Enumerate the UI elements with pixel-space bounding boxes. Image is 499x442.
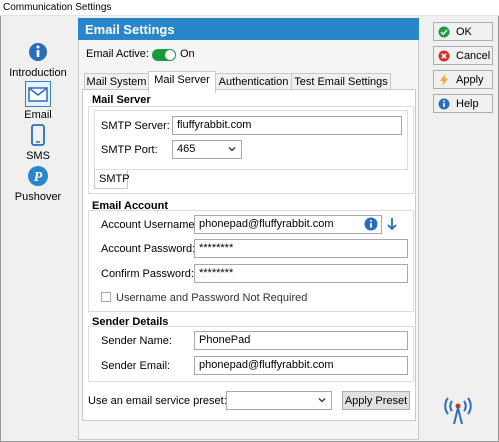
toggle-knob [165, 50, 175, 60]
confirm-password-input[interactable]: ******** [194, 264, 408, 283]
lightning-icon [438, 74, 450, 86]
nav-label: SMS [26, 150, 50, 162]
pushover-icon: P [26, 164, 50, 188]
info-icon[interactable] [364, 217, 378, 234]
sender-name-input[interactable]: PhonePad [194, 331, 408, 350]
cancel-label: Cancel [456, 50, 491, 62]
nav-item-pushover[interactable]: P Pushover [3, 164, 73, 203]
check-icon [438, 26, 450, 38]
email-active-label: Email Active: [86, 48, 149, 60]
mail-server-title: Mail Server [92, 94, 151, 106]
chevron-down-icon [317, 395, 327, 408]
username-label: Account Username: [101, 219, 198, 231]
cancel-button[interactable]: Cancel [433, 46, 493, 65]
username-input[interactable]: phonepad@fluffyrabbit.com [194, 215, 382, 234]
ok-button[interactable]: OK [433, 22, 493, 41]
sender-email-label: Sender Email: [101, 360, 171, 372]
broadcast-icon [443, 392, 473, 429]
cancel-icon [438, 50, 450, 62]
confirm-password-label: Confirm Password: [101, 268, 194, 280]
not-required-checkbox[interactable] [101, 292, 111, 302]
nav-label: Email [24, 109, 52, 121]
password-label: Account Password: [101, 243, 196, 255]
preset-label: Use an email service preset: [88, 395, 227, 407]
email-active-toggle[interactable] [152, 49, 176, 61]
subtab-smtp[interactable]: SMTP [94, 170, 130, 189]
help-icon [438, 98, 450, 110]
phone-icon [26, 123, 50, 147]
help-button[interactable]: Help [433, 94, 493, 113]
password-input[interactable]: ******** [194, 239, 408, 258]
window-titlebar: Communication Settings [0, 0, 499, 16]
sender-email-input[interactable]: phonepad@fluffyrabbit.com [194, 356, 408, 375]
chevron-down-icon [227, 144, 237, 157]
smtp-port-value: 465 [177, 143, 196, 155]
panel-title: Email Settings [78, 18, 419, 40]
help-label: Help [456, 98, 479, 110]
nav-label: Pushover [14, 191, 62, 203]
tab-mail-server[interactable]: Mail Server [148, 71, 216, 93]
smtp-server-input[interactable]: fluffyrabbit.com [172, 116, 402, 135]
ok-label: OK [456, 26, 472, 38]
smtp-port-label: SMTP Port: [101, 144, 158, 156]
nav-item-introduction[interactable]: Introduction [3, 40, 73, 79]
envelope-icon [25, 81, 51, 107]
info-icon [26, 40, 50, 64]
sender-name-label: Sender Name: [101, 335, 172, 347]
nav-item-sms[interactable]: SMS [3, 123, 73, 162]
smtp-port-select[interactable]: 465 [172, 140, 242, 159]
arrow-down-icon[interactable] [386, 217, 398, 234]
apply-preset-button[interactable]: Apply Preset [342, 391, 410, 410]
nav-label: Introduction [9, 67, 67, 79]
not-required-label: Username and Password Not Required [116, 292, 308, 304]
window-title: Communication Settings [3, 2, 112, 13]
svg-text:P: P [34, 170, 43, 185]
apply-button[interactable]: Apply [433, 70, 493, 89]
apply-label: Apply [456, 74, 484, 86]
preset-select[interactable] [226, 391, 332, 410]
nav-item-email[interactable]: Email [3, 81, 73, 121]
email-active-value: On [180, 48, 195, 60]
smtp-server-label: SMTP Server: [101, 120, 170, 132]
